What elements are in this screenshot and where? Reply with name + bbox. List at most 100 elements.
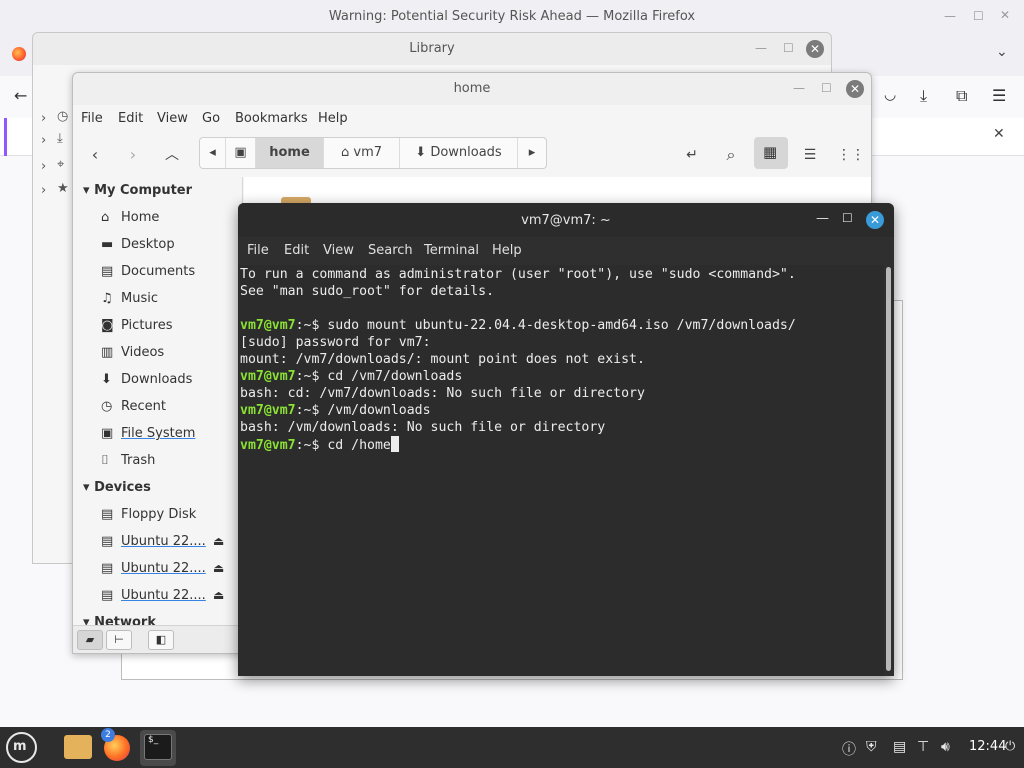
terminal-menu-edit[interactable]: Edit <box>284 243 309 258</box>
sidebar-item-home[interactable]: ⌂ Home <box>101 210 159 225</box>
section-my-computer[interactable]: ▾ My Computer <box>83 183 192 198</box>
hide-sidebar-button[interactable]: ◧ <box>148 630 174 650</box>
sidebar-item-floppy[interactable]: ▤ Floppy Disk <box>101 507 196 522</box>
menu-bookmarks[interactable]: Bookmarks <box>235 111 308 126</box>
sidebar-item-ubuntu-1[interactable]: ▤ Ubuntu 22.... <box>101 534 206 549</box>
terminal-minimize-button[interactable]: — <box>816 211 829 226</box>
expand-chevron-icon[interactable]: › <box>41 133 46 148</box>
terminal-maximize-button[interactable]: ☐ <box>842 211 853 225</box>
history-icon: ◷ <box>57 109 69 124</box>
forward-chevron-icon[interactable]: › <box>123 141 143 169</box>
sidebar-item-downloads[interactable]: ⬇ Downloads <box>101 372 192 387</box>
sidebar-item-file-system[interactable]: ▣ File System <box>101 426 195 441</box>
file-manager-minimize-button[interactable]: — <box>793 81 805 95</box>
eject-icon[interactable]: ⏏ <box>213 561 224 575</box>
eject-icon[interactable]: ⏏ <box>213 588 224 602</box>
library-close-button[interactable]: ✕ <box>806 40 824 58</box>
tags-icon: ⌖ <box>57 157 65 172</box>
firefox-minimize-button[interactable]: — <box>944 9 956 23</box>
menu-edit[interactable]: Edit <box>118 111 143 126</box>
file-manager-maximize-button[interactable]: ☐ <box>821 81 832 95</box>
show-places-button[interactable]: ▰ <box>77 630 103 650</box>
file-manager-title: home <box>453 81 491 96</box>
icon-view-button[interactable]: ▦ <box>754 137 788 169</box>
hamburger-menu-icon[interactable]: ☰ <box>992 86 1006 105</box>
downloads-icon[interactable]: ⤓ <box>920 86 927 106</box>
sidebar-item-desktop[interactable]: ▬ Desktop <box>101 237 175 252</box>
section-devices[interactable]: ▾ Devices <box>83 480 151 495</box>
sidebar-item-pictures[interactable]: ◙ Pictures <box>101 318 172 333</box>
library-minimize-button[interactable]: — <box>755 41 767 55</box>
library-maximize-button[interactable]: ☐ <box>783 41 794 55</box>
notes-icon[interactable]: ▤ <box>893 739 906 755</box>
show-treeview-button[interactable]: ⊢ <box>106 630 132 650</box>
terminal-menu-view[interactable]: View <box>323 243 354 258</box>
terminal-prompt: vm7@vm7 <box>240 318 296 333</box>
terminal-menubar: File Edit View Search Terminal Help <box>238 237 894 265</box>
extensions-icon[interactable]: ⧉ <box>956 86 967 106</box>
compact-view-icon[interactable]: ⋮⋮ <box>837 141 865 169</box>
terminal-prompt: vm7@vm7 <box>240 403 296 418</box>
network-icon[interactable]: ⊤ <box>917 739 929 755</box>
search-icon[interactable]: ⌕ <box>719 141 743 169</box>
terminal-close-button[interactable]: ✕ <box>866 211 884 229</box>
filesystem-root-icon[interactable]: ▣ <box>226 138 256 168</box>
terminal-menu-terminal[interactable]: Terminal <box>424 243 479 258</box>
firefox-titlebar: Warning: Potential Security Risk Ahead —… <box>0 0 1024 34</box>
pocket-icon[interactable]: ◡ <box>884 87 896 103</box>
mint-logo-icon: m <box>13 739 27 754</box>
back-arrow-icon[interactable]: ← <box>14 86 27 105</box>
path-segment-downloads[interactable]: ⬇ Downloads <box>400 138 518 168</box>
sidebar-item-label: Home <box>121 210 160 225</box>
eject-icon[interactable]: ⏏ <box>213 534 224 548</box>
sidebar-item-ubuntu-2[interactable]: ▤ Ubuntu 22.... <box>101 561 206 576</box>
section-network[interactable]: ▾ Network <box>83 615 156 625</box>
sidebar-item-music[interactable]: ♫ Music <box>101 291 158 306</box>
terminal-menu-search[interactable]: Search <box>368 243 413 258</box>
menu-file[interactable]: File <box>81 111 103 126</box>
up-chevron-icon[interactable]: ︿ <box>161 141 183 169</box>
menu-help[interactable]: Help <box>318 111 348 126</box>
sidebar-item-label: Trash <box>121 453 156 468</box>
firefox-maximize-button[interactable]: ☐ <box>973 9 984 23</box>
terminal-output[interactable]: To run a command as administrator (user … <box>238 265 884 676</box>
path-bar: ◂ ▣ home ⌂ vm7 ⬇ Downloads ▸ <box>199 137 547 169</box>
volume-icon[interactable]: 🔊︎ <box>941 739 950 755</box>
path-segment-home[interactable]: home <box>256 138 324 168</box>
power-icon[interactable]: ⏻ <box>1005 739 1015 754</box>
clock[interactable]: 12:44 <box>969 739 1006 754</box>
terminal-menu-file[interactable]: File <box>247 243 269 258</box>
sidebar-item-recent[interactable]: ◷ Recent <box>101 399 166 414</box>
update-manager-icon[interactable]: ⓘ <box>842 739 856 759</box>
section-network-label: Network <box>94 615 156 625</box>
terminal-scrollbar[interactable] <box>886 267 891 671</box>
notification-close-icon[interactable]: ✕ <box>993 126 1005 142</box>
expand-chevron-icon[interactable]: › <box>41 159 46 174</box>
drive-icon: ▣ <box>101 426 114 441</box>
firefox-tab-icon[interactable] <box>12 47 26 61</box>
menu-view[interactable]: View <box>157 111 188 126</box>
sidebar-item-label: Ubuntu 22.... <box>121 588 206 603</box>
back-chevron-icon[interactable]: ‹ <box>85 141 105 169</box>
toggle-location-icon[interactable]: ↵ <box>681 141 703 169</box>
path-segment-vm7[interactable]: ⌂ vm7 <box>324 138 400 168</box>
path-left-arrow-icon[interactable]: ◂ <box>200 138 226 168</box>
sidebar-item-documents[interactable]: ▤ Documents <box>101 264 195 279</box>
list-view-icon[interactable]: ☰ <box>798 141 822 169</box>
expand-chevron-icon[interactable]: › <box>41 111 46 126</box>
sidebar-item-trash[interactable]: ⌷ Trash <box>101 453 155 468</box>
file-manager-close-button[interactable]: ✕ <box>846 80 864 98</box>
expand-chevron-icon[interactable]: › <box>41 183 46 198</box>
path-right-arrow-icon[interactable]: ▸ <box>518 138 546 168</box>
shield-icon[interactable]: ⛨ <box>866 739 877 755</box>
sidebar-item-ubuntu-3[interactable]: ▤ Ubuntu 22.... <box>101 588 206 603</box>
sidebar-item-label: Pictures <box>121 318 173 333</box>
menu-go[interactable]: Go <box>202 111 220 126</box>
document-icon: ▤ <box>101 264 114 279</box>
firefox-close-button[interactable]: ✕ <box>1000 8 1010 22</box>
sidebar-item-label: File System <box>121 426 196 441</box>
list-all-tabs-icon[interactable]: ⌄ <box>996 44 1008 60</box>
terminal-menu-help[interactable]: Help <box>492 243 522 258</box>
sidebar-item-videos[interactable]: ▥ Videos <box>101 345 164 360</box>
